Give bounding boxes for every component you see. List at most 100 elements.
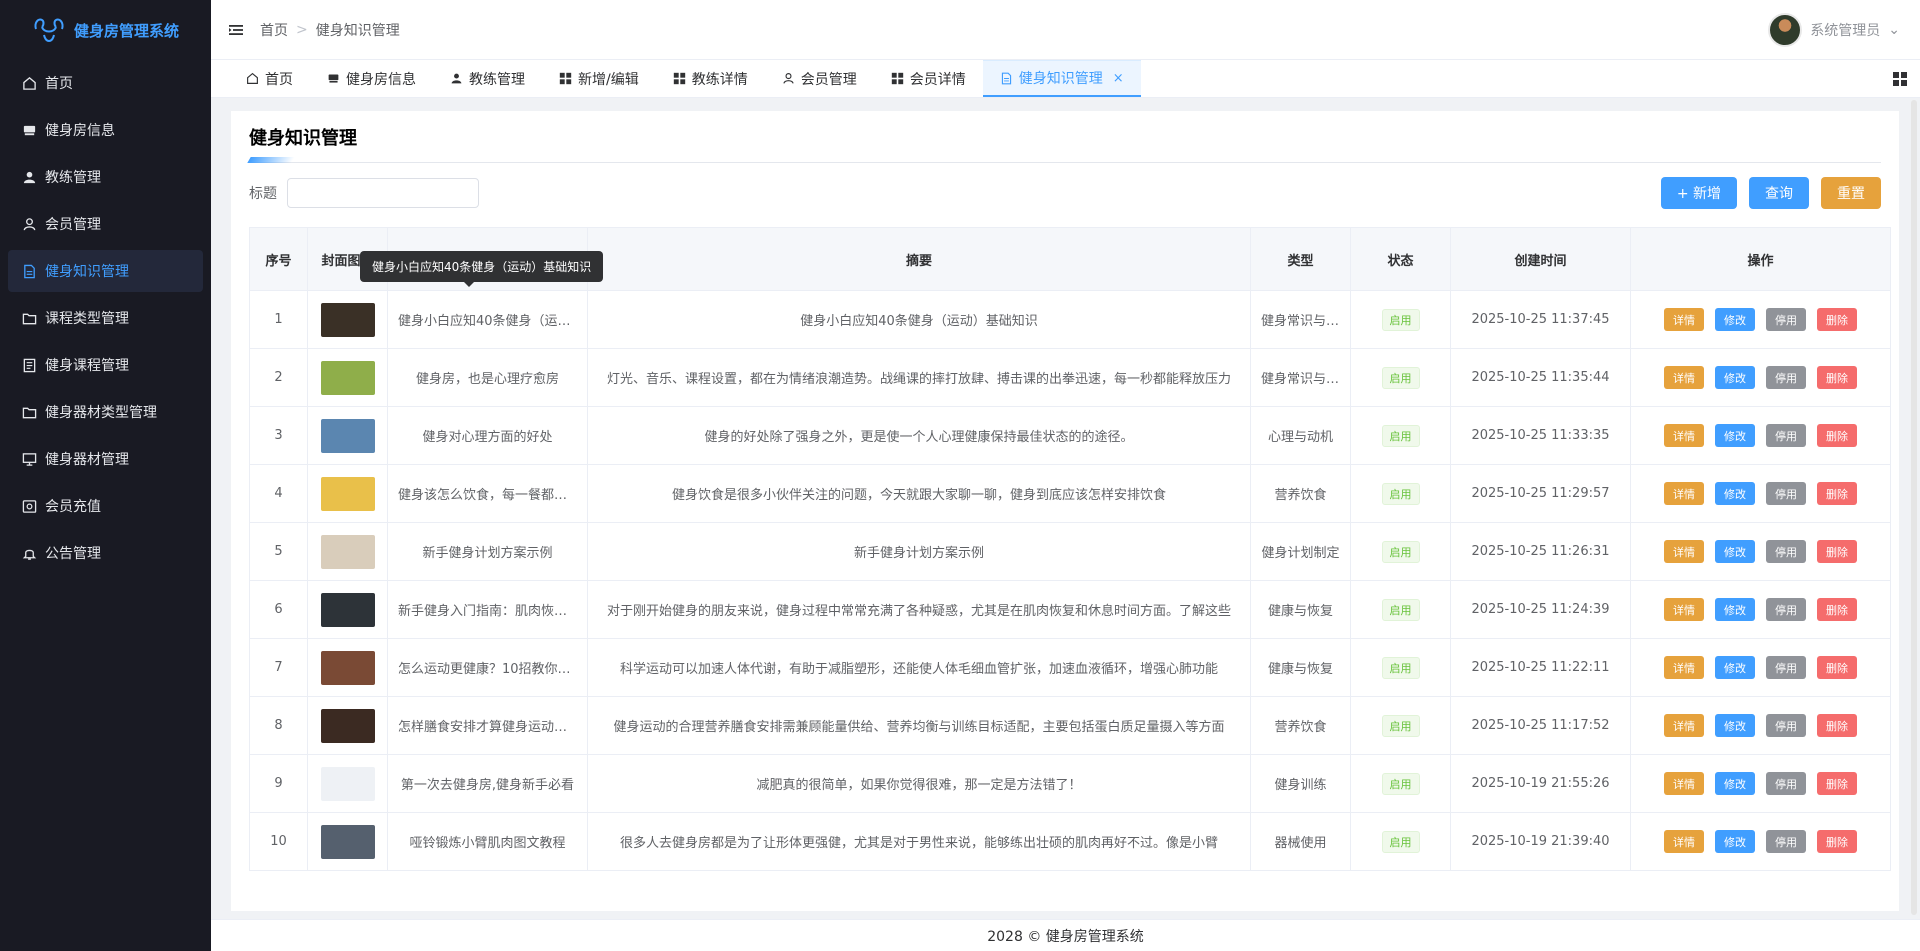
column-header: 操作 xyxy=(1630,227,1891,291)
sidebar-item[interactable]: 课程类型管理 xyxy=(8,297,203,339)
row-title: 哑铃锻炼小臂肌肉图文教程 xyxy=(387,812,588,871)
disable-button[interactable]: 停用 xyxy=(1766,482,1806,505)
add-button[interactable]: + 新增 xyxy=(1660,177,1737,209)
edit-button[interactable]: 修改 xyxy=(1715,482,1755,505)
disable-button[interactable]: 停用 xyxy=(1766,366,1806,389)
page-scrollbar[interactable] xyxy=(1911,100,1917,915)
disable-button[interactable]: 停用 xyxy=(1766,656,1806,679)
chevron-down-icon: ⌄ xyxy=(1888,21,1900,38)
cover-cell xyxy=(307,348,388,407)
delete-button[interactable]: 删除 xyxy=(1817,308,1857,331)
cover-thumbnail[interactable] xyxy=(320,302,375,337)
disable-button[interactable]: 停用 xyxy=(1766,424,1806,447)
breadcrumb-home[interactable]: 首页 xyxy=(260,20,288,40)
tab[interactable]: 新增/编辑 xyxy=(542,60,656,97)
delete-button[interactable]: 删除 xyxy=(1817,830,1857,853)
hamburger-icon[interactable] xyxy=(226,20,246,40)
tab[interactable]: 教练详情 xyxy=(656,60,765,97)
sidebar-item[interactable]: 健身器材管理 xyxy=(8,438,203,480)
cover-thumbnail[interactable] xyxy=(320,824,375,859)
edit-button[interactable]: 修改 xyxy=(1715,540,1755,563)
sidebar-item[interactable]: 健身器材类型管理 xyxy=(8,391,203,433)
delete-button[interactable]: 删除 xyxy=(1817,656,1857,679)
cover-thumbnail[interactable] xyxy=(320,708,375,743)
cover-thumbnail[interactable] xyxy=(320,360,375,395)
disable-button[interactable]: 停用 xyxy=(1766,308,1806,331)
edit-button[interactable]: 修改 xyxy=(1715,308,1755,331)
sidebar-item[interactable]: 会员充值 xyxy=(8,485,203,527)
user-name[interactable]: 系统管理员 xyxy=(1810,20,1880,40)
query-button[interactable]: 查询 xyxy=(1749,177,1809,209)
sidebar-item[interactable]: 健身房信息 xyxy=(8,109,203,151)
detail-button[interactable]: 详情 xyxy=(1664,656,1704,679)
breadcrumb-current: 健身知识管理 xyxy=(315,22,400,39)
detail-button[interactable]: 详情 xyxy=(1664,366,1704,389)
edit-button[interactable]: 修改 xyxy=(1715,656,1755,679)
row-title: 健身该怎么饮食，每一餐都吃什么 xyxy=(387,464,588,523)
detail-button[interactable]: 详情 xyxy=(1664,424,1704,447)
delete-button[interactable]: 删除 xyxy=(1817,424,1857,447)
user-menu[interactable]: 系统管理员 ⌄ xyxy=(1768,12,1900,47)
sidebar-item[interactable]: 首页 xyxy=(8,62,203,104)
tabs-menu-button[interactable] xyxy=(1880,60,1920,97)
cover-thumbnail[interactable] xyxy=(320,592,375,627)
close-icon[interactable]: × xyxy=(1113,71,1124,86)
sidebar-item[interactable]: 健身知识管理 xyxy=(8,250,203,292)
row-title: 第一次去健身房,健身新手必看 xyxy=(387,754,588,813)
row-title: 新手健身入门指南：肌肉恢复与休息 xyxy=(387,580,588,639)
ops-cell: 详情 修改 停用 删除 xyxy=(1630,754,1891,813)
disable-button[interactable]: 停用 xyxy=(1766,714,1806,737)
action-buttons: + 新增 查询 重置 xyxy=(1660,177,1881,209)
avatar[interactable] xyxy=(1768,12,1803,47)
edit-button[interactable]: 修改 xyxy=(1715,598,1755,621)
title-filter-input[interactable] xyxy=(287,178,479,208)
disable-button[interactable]: 停用 xyxy=(1766,830,1806,853)
row-type: 健身常识与入门 xyxy=(1250,290,1351,349)
disable-button[interactable]: 停用 xyxy=(1766,540,1806,563)
tab[interactable]: 会员详情 xyxy=(874,60,983,97)
detail-button[interactable]: 详情 xyxy=(1664,598,1704,621)
delete-button[interactable]: 删除 xyxy=(1817,714,1857,737)
tab[interactable]: 健身知识管理 × xyxy=(982,60,1141,97)
sidebar-item[interactable]: 教练管理 xyxy=(8,156,203,198)
cover-thumbnail[interactable] xyxy=(320,476,375,511)
row-created: 2025-10-25 11:26:31 xyxy=(1450,522,1631,581)
cover-thumbnail[interactable] xyxy=(320,650,375,685)
detail-button[interactable]: 详情 xyxy=(1664,830,1704,853)
disable-button[interactable]: 停用 xyxy=(1766,598,1806,621)
tab[interactable]: 首页 xyxy=(229,60,310,97)
edit-button[interactable]: 修改 xyxy=(1715,830,1755,853)
detail-button[interactable]: 详情 xyxy=(1664,714,1704,737)
column-header: 状态 xyxy=(1350,227,1451,291)
side-menu: 首页健身房信息教练管理会员管理健身知识管理 课程类型管理 健身课程管理 健身器材类型管… xyxy=(0,62,211,574)
sidebar-item[interactable]: 公告管理 xyxy=(8,532,203,574)
edit-button[interactable]: 修改 xyxy=(1715,366,1755,389)
user-icon xyxy=(23,217,36,230)
cover-thumbnail[interactable] xyxy=(320,534,375,569)
sidebar-item[interactable]: 健身课程管理 xyxy=(8,344,203,386)
detail-button[interactable]: 详情 xyxy=(1664,540,1704,563)
edit-button[interactable]: 修改 xyxy=(1715,772,1755,795)
disable-button[interactable]: 停用 xyxy=(1766,772,1806,795)
tab[interactable]: 教练管理 xyxy=(433,60,542,97)
status-badge: 启用 xyxy=(1381,482,1420,505)
edit-button[interactable]: 修改 xyxy=(1715,424,1755,447)
ops-cell: 详情 修改 停用 删除 xyxy=(1630,348,1891,407)
detail-button[interactable]: 详情 xyxy=(1664,482,1704,505)
reset-button[interactable]: 重置 xyxy=(1821,177,1881,209)
delete-button[interactable]: 删除 xyxy=(1817,772,1857,795)
tab[interactable]: 健身房信息 xyxy=(310,60,433,97)
delete-button[interactable]: 删除 xyxy=(1817,540,1857,563)
tab[interactable]: 会员管理 xyxy=(765,60,874,97)
cover-thumbnail[interactable] xyxy=(320,766,375,801)
delete-button[interactable]: 删除 xyxy=(1817,598,1857,621)
delete-button[interactable]: 删除 xyxy=(1817,482,1857,505)
brand[interactable]: 健身房管理系统 xyxy=(0,0,211,60)
detail-button[interactable]: 详情 xyxy=(1664,772,1704,795)
delete-button[interactable]: 删除 xyxy=(1817,366,1857,389)
cover-thumbnail[interactable] xyxy=(320,418,375,453)
edit-button[interactable]: 修改 xyxy=(1715,714,1755,737)
detail-button[interactable]: 详情 xyxy=(1664,308,1704,331)
sidebar-item-label: 健身房信息 xyxy=(45,123,115,139)
sidebar-item[interactable]: 会员管理 xyxy=(8,203,203,245)
